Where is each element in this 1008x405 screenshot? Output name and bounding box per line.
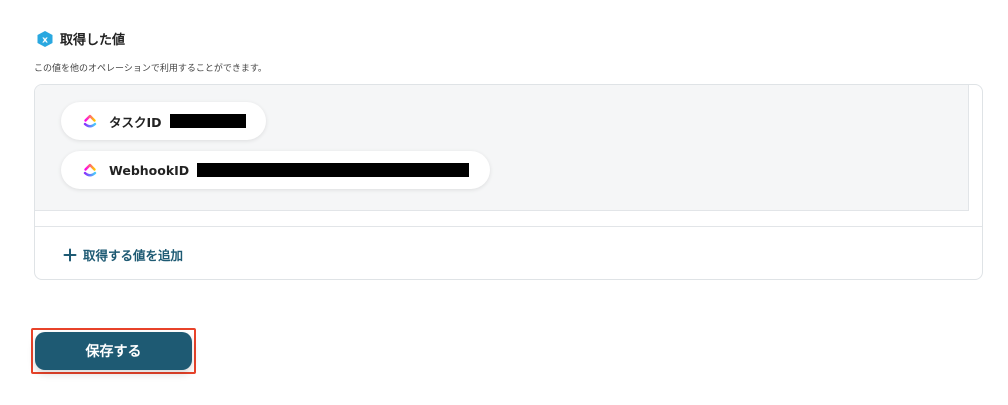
- plus-icon: [63, 248, 77, 261]
- value-chip-webhook-id[interactable]: WebhookID: [61, 151, 490, 189]
- clickup-icon: [83, 163, 97, 177]
- save-button-highlight: 保存する: [31, 328, 196, 374]
- redacted-value: [169, 114, 246, 128]
- value-chip-label: タスクID: [109, 114, 162, 130]
- redacted-value: [197, 163, 470, 177]
- section-header: x 取得した値: [36, 29, 125, 48]
- add-value-button[interactable]: 取得する値を追加: [63, 245, 183, 264]
- section-description: この値を他のオペレーションで利用することができます。: [34, 64, 267, 74]
- values-list-area: タスクID WebhookID: [35, 85, 969, 211]
- clickup-icon: [83, 114, 97, 128]
- retrieved-values-card: タスクID WebhookID 取得する値を追加: [34, 84, 983, 280]
- value-chip-label: WebhookID: [109, 162, 190, 178]
- value-chip-task-id[interactable]: タスクID: [61, 102, 266, 140]
- x-badge-icon: x: [37, 30, 53, 47]
- add-value-label: 取得する値を追加: [83, 248, 184, 263]
- card-divider: [35, 226, 982, 227]
- save-button[interactable]: 保存する: [35, 332, 192, 370]
- svg-text:x: x: [42, 35, 48, 45]
- section-title: 取得した値: [60, 33, 126, 48]
